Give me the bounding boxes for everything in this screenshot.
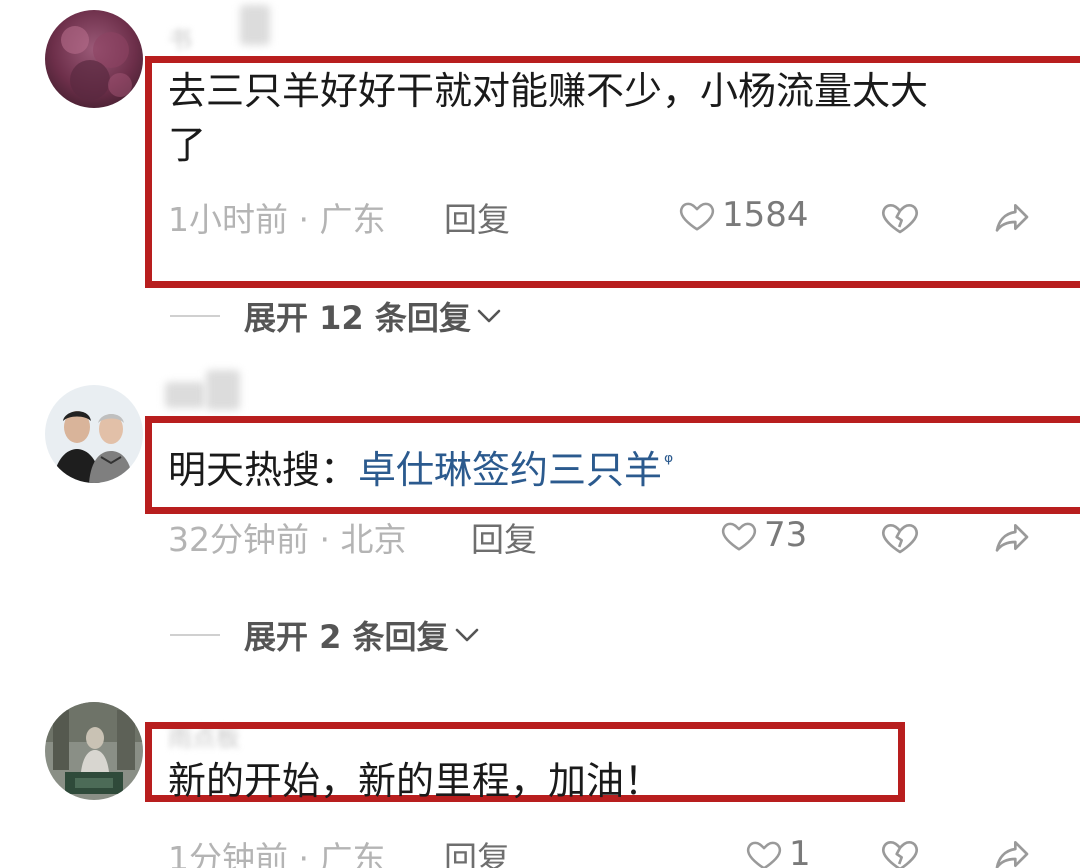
- expand-replies-button[interactable]: 展开 12 条回复: [170, 293, 503, 339]
- share-arrow-icon: [995, 524, 1029, 552]
- avatar[interactable]: [45, 10, 143, 108]
- divider-line: [170, 315, 220, 317]
- username-redaction: [240, 5, 270, 45]
- comment-text: 新的开始，新的里程，加油！: [168, 759, 663, 803]
- comment-time-location: 1分钟前 · 广东: [168, 839, 386, 868]
- broken-heart-icon: [882, 204, 918, 234]
- share-button[interactable]: [992, 517, 1032, 557]
- avatar[interactable]: [45, 385, 143, 483]
- share-button[interactable]: [992, 197, 1032, 237]
- chevron-down-icon: [455, 628, 478, 642]
- like-count: 73: [764, 515, 808, 555]
- avatar-image: [45, 702, 143, 800]
- reply-button[interactable]: 回复: [444, 832, 510, 868]
- share-arrow-icon: [995, 841, 1029, 868]
- search-mini-icon: ᵠ: [664, 450, 674, 475]
- broken-heart-icon: [882, 524, 918, 554]
- username-redaction: [206, 370, 240, 410]
- dislike-button[interactable]: [880, 834, 920, 868]
- comment-text: 明天热搜：卓仕琳签约三只羊ᵠ: [168, 436, 673, 497]
- avatar-image: [45, 10, 143, 108]
- divider-line: [170, 634, 220, 636]
- trending-topic-link[interactable]: 卓仕琳签约三只羊: [358, 448, 662, 492]
- like-button[interactable]: 73: [720, 515, 807, 555]
- username-redaction: [165, 382, 205, 408]
- avatar[interactable]: [45, 702, 143, 800]
- expand-replies-button[interactable]: 展开 2 条回复: [170, 612, 481, 658]
- reply-button[interactable]: 回复: [471, 513, 537, 561]
- comment-item: 雨点板 新的开始，新的里程，加油！ 1分钟前 · 广东 回复 1: [0, 680, 1080, 868]
- heart-icon: [679, 202, 715, 231]
- like-count: 1: [789, 834, 811, 868]
- share-button[interactable]: [992, 834, 1032, 868]
- expand-replies-label: 展开 2 条回复: [244, 618, 449, 656]
- dislike-button[interactable]: [880, 197, 920, 237]
- dislike-button[interactable]: [880, 517, 920, 557]
- like-count: 1584: [722, 195, 809, 235]
- reply-button[interactable]: 回复: [444, 193, 510, 241]
- comment-time-location: 1小时前 · 广东: [168, 200, 386, 239]
- chevron-down-icon: [477, 309, 501, 323]
- like-button[interactable]: 1584: [678, 195, 809, 235]
- comment-item: 书 去三只羊好好干就对能赚不少，小杨流量太大 了 1小时前 · 广东 回复 15…: [0, 0, 1080, 340]
- comment-item: 明天热搜：卓仕琳签约三只羊ᵠ 32分钟前 · 北京 回复 73 展开 2 条回复: [0, 360, 1080, 660]
- heart-icon: [746, 841, 782, 868]
- broken-heart-icon: [882, 841, 918, 868]
- comment-text-prefix: 明天热搜：: [168, 448, 359, 492]
- username[interactable]: 书: [168, 20, 192, 55]
- comment-time-location: 32分钟前 · 北京: [168, 520, 407, 559]
- heart-icon: [721, 522, 757, 551]
- comment-list-page: 书 去三只羊好好干就对能赚不少，小杨流量太大 了 1小时前 · 广东 回复 15…: [0, 0, 1080, 868]
- like-button[interactable]: 1: [745, 834, 811, 868]
- avatar-image: [45, 385, 143, 483]
- share-arrow-icon: [995, 204, 1029, 232]
- expand-replies-label: 展开 12 条回复: [244, 299, 471, 337]
- comment-text: 去三只羊好好干就对能赚不少，小杨流量太大 了: [168, 69, 929, 167]
